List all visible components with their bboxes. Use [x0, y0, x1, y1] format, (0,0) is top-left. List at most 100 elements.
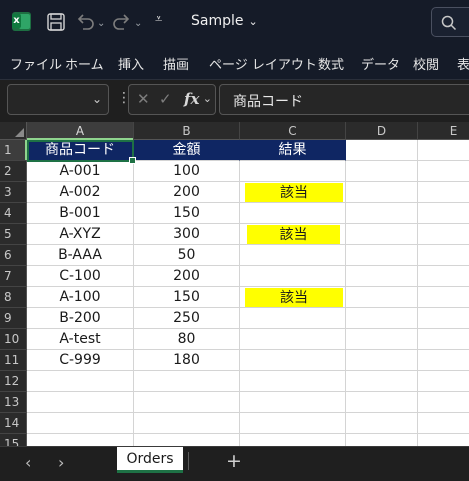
chevron-down-icon[interactable]: ⌄ [92, 92, 102, 106]
cell-b7[interactable]: 200 [134, 266, 240, 287]
row-header[interactable]: 12 [0, 371, 27, 392]
document-title[interactable]: Sample ⌄ [191, 13, 258, 29]
cell-a11[interactable]: C-999 [27, 350, 134, 371]
scroll-right-icon[interactable]: › [58, 453, 64, 472]
cell-e15[interactable] [418, 434, 469, 446]
cell-b9[interactable]: 250 [134, 308, 240, 329]
redo-dropdown-icon[interactable]: ⌄ [134, 18, 142, 29]
tab-insert[interactable]: 挿入 [118, 54, 144, 73]
cell-b6[interactable]: 50 [134, 245, 240, 266]
tab-table[interactable]: 表 [457, 54, 469, 73]
redo-icon[interactable] [111, 11, 133, 33]
column-header-e[interactable]: E [418, 122, 469, 140]
tab-data[interactable]: データ [361, 54, 400, 73]
chevron-down-icon[interactable]: ⌄ [203, 92, 212, 105]
tab-file[interactable]: ファイル [10, 54, 62, 73]
scroll-left-icon[interactable]: ‹ [25, 453, 31, 472]
row-header[interactable]: 5 [0, 224, 27, 245]
cell-d15[interactable] [346, 434, 418, 446]
tab-home[interactable]: ホーム [65, 54, 104, 73]
cell-a8[interactable]: A-100 [27, 287, 134, 308]
cell-d7[interactable] [346, 266, 418, 287]
row-header[interactable]: 1 [0, 140, 27, 161]
worksheet-grid[interactable]: A B C D E 1 2 3 4 5 6 7 8 9 10 11 12 13 … [0, 122, 469, 446]
cell-c6[interactable] [240, 245, 346, 266]
row-header[interactable]: 6 [0, 245, 27, 266]
cell-e1[interactable] [418, 140, 469, 161]
cell-d10[interactable] [346, 329, 418, 350]
insert-function-icon[interactable]: fx [184, 90, 199, 108]
cell-c3[interactable]: 該当 [240, 182, 346, 203]
cell-e4[interactable] [418, 203, 469, 224]
row-header[interactable]: 10 [0, 329, 27, 350]
cell-a3[interactable]: A-002 [27, 182, 134, 203]
column-header-d[interactable]: D [346, 122, 418, 140]
cell-a7[interactable]: C-100 [27, 266, 134, 287]
cell-c10[interactable] [240, 329, 346, 350]
row-header[interactable]: 3 [0, 182, 27, 203]
cell-c4[interactable] [240, 203, 346, 224]
cell-d12[interactable] [346, 371, 418, 392]
cell-e2[interactable] [418, 161, 469, 182]
cell-c2[interactable] [240, 161, 346, 182]
cell-e10[interactable] [418, 329, 469, 350]
cell-d5[interactable] [346, 224, 418, 245]
enter-icon[interactable]: ✓ [159, 90, 172, 108]
cell-c1[interactable]: 結果 [240, 140, 346, 161]
row-header[interactable]: 8 [0, 287, 27, 308]
cell-a15[interactable] [27, 434, 134, 446]
cell-c14[interactable] [240, 413, 346, 434]
cell-c15[interactable] [240, 434, 346, 446]
cell-a10[interactable]: A-test [27, 329, 134, 350]
cell-b8[interactable]: 150 [134, 287, 240, 308]
cell-a5[interactable]: A-XYZ [27, 224, 134, 245]
row-header[interactable]: 2 [0, 161, 27, 182]
column-header-a[interactable]: A [27, 122, 134, 140]
cell-b13[interactable] [134, 392, 240, 413]
cell-b3[interactable]: 200 [134, 182, 240, 203]
customize-qat-icon[interactable]: ⩡ [155, 12, 162, 27]
cell-e7[interactable] [418, 266, 469, 287]
cell-d3[interactable] [346, 182, 418, 203]
cell-b15[interactable] [134, 434, 240, 446]
cell-c7[interactable] [240, 266, 346, 287]
cell-b12[interactable] [134, 371, 240, 392]
add-sheet-button[interactable]: + [226, 450, 242, 472]
cell-d14[interactable] [346, 413, 418, 434]
column-header-b[interactable]: B [134, 122, 240, 140]
cell-b14[interactable] [134, 413, 240, 434]
cell-d2[interactable] [346, 161, 418, 182]
cell-b11[interactable]: 180 [134, 350, 240, 371]
row-header[interactable]: 13 [0, 392, 27, 413]
cancel-icon[interactable]: ✕ [137, 90, 150, 108]
row-header[interactable]: 7 [0, 266, 27, 287]
cell-b10[interactable]: 80 [134, 329, 240, 350]
save-icon[interactable] [45, 11, 67, 33]
cell-d13[interactable] [346, 392, 418, 413]
cell-a13[interactable] [27, 392, 134, 413]
cell-d9[interactable] [346, 308, 418, 329]
cell-b4[interactable]: 150 [134, 203, 240, 224]
cell-e8[interactable] [418, 287, 469, 308]
cell-a14[interactable] [27, 413, 134, 434]
cell-d11[interactable] [346, 350, 418, 371]
undo-icon[interactable] [74, 11, 96, 33]
name-box[interactable]: ⌄ [7, 84, 109, 115]
cell-a6[interactable]: B-AAA [27, 245, 134, 266]
cell-e13[interactable] [418, 392, 469, 413]
cell-c11[interactable] [240, 350, 346, 371]
cell-a12[interactable] [27, 371, 134, 392]
cell-c12[interactable] [240, 371, 346, 392]
cell-a2[interactable]: A-001 [27, 161, 134, 182]
row-header[interactable]: 14 [0, 413, 27, 434]
cell-a4[interactable]: B-001 [27, 203, 134, 224]
cell-e6[interactable] [418, 245, 469, 266]
cell-e14[interactable] [418, 413, 469, 434]
cell-d1[interactable] [346, 140, 418, 161]
column-header-c[interactable]: C [240, 122, 346, 140]
cell-b1[interactable]: 金額 [134, 140, 240, 161]
cell-c9[interactable] [240, 308, 346, 329]
tab-formulas[interactable]: 数式 [318, 54, 344, 73]
tab-review[interactable]: 校閲 [413, 54, 439, 73]
cell-b2[interactable]: 100 [134, 161, 240, 182]
